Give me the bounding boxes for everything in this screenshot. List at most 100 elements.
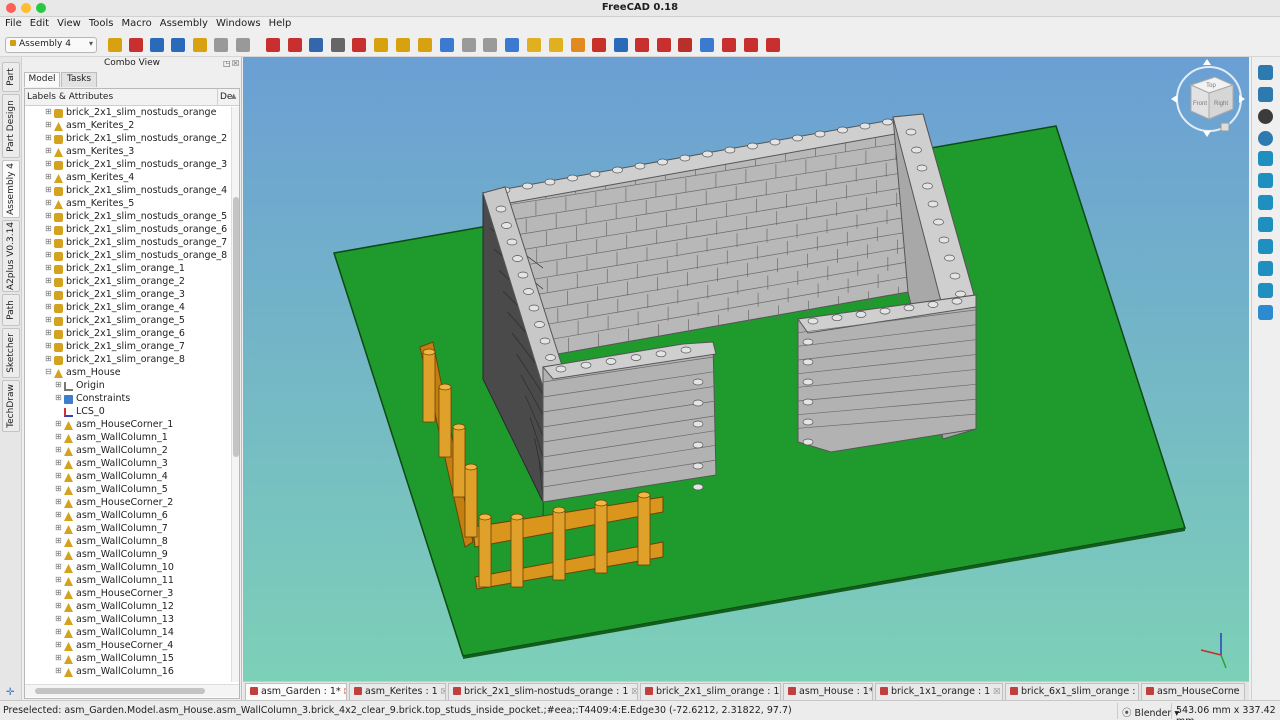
tree-expander-icon[interactable]: ⊞: [45, 107, 52, 116]
tree-expander-icon[interactable]: ⊞: [45, 237, 52, 246]
left-view-icon[interactable]: [1258, 283, 1273, 298]
isometric-view-icon[interactable]: [1258, 151, 1273, 166]
new-lcs-icon[interactable]: [171, 38, 185, 52]
tree-item[interactable]: ⊞ asm_WallColumn_6: [25, 510, 230, 523]
tree-expander-icon[interactable]: ⊞: [55, 627, 62, 636]
document-tab[interactable]: asm_Kerites : 1☒: [349, 683, 446, 700]
brick-icon[interactable]: [744, 38, 758, 52]
tree-item[interactable]: ⊟ asm_House: [25, 367, 230, 380]
document-tab[interactable]: brick_2x1_slim-nostuds_orange : 1 ☒: [448, 683, 638, 700]
tree-item[interactable]: ⊞ brick_2x1_slim_nostuds_orange: [25, 107, 230, 120]
tree-item[interactable]: ⊞ brick_2x1_slim_nostuds_orange_3: [25, 159, 230, 172]
tree-item[interactable]: ⊞ asm_WallColumn_11: [25, 575, 230, 588]
tab-part-design[interactable]: Part Design: [2, 94, 20, 158]
tree-expander-icon[interactable]: ⊞: [45, 250, 52, 259]
scroll-thumb-horizontal[interactable]: [35, 688, 205, 694]
primitive-icon[interactable]: [483, 38, 497, 52]
tree-item[interactable]: ⊞ brick_2x1_slim_orange_4: [25, 302, 230, 315]
tree-item[interactable]: ⊞ asm_WallColumn_7: [25, 523, 230, 536]
tree-item[interactable]: ⊞ asm_WallColumn_14: [25, 627, 230, 640]
new-part-icon[interactable]: [108, 38, 122, 52]
menu-assembly[interactable]: Assembly: [155, 17, 211, 29]
tree-expander-icon[interactable]: ⊞: [55, 393, 62, 402]
zoom-icon[interactable]: [1258, 131, 1273, 146]
fit-selection-icon[interactable]: [1258, 87, 1273, 102]
tree-expander-icon[interactable]: ⊞: [45, 341, 52, 350]
tree-expander-icon[interactable]: ⊞: [45, 198, 52, 207]
tree-expander-icon[interactable]: ⊞: [45, 211, 52, 220]
tree-expander-icon[interactable]: ⊞: [45, 354, 52, 363]
tree-expander-icon[interactable]: ⊞: [45, 289, 52, 298]
move-icon[interactable]: [236, 38, 250, 52]
tree-item[interactable]: ⊞ asm_HouseCorner_3: [25, 588, 230, 601]
menu-macro[interactable]: Macro: [116, 17, 154, 29]
tree-expander-icon[interactable]: ⊞: [45, 302, 52, 311]
3d-viewport[interactable]: Top Front Right: [243, 57, 1249, 681]
tree-item[interactable]: ⊞ brick_2x1_slim_nostuds_orange_4: [25, 185, 230, 198]
datum-line-icon[interactable]: [309, 38, 323, 52]
right-view-icon[interactable]: [1258, 217, 1273, 232]
bottom-view-icon[interactable]: [1258, 261, 1273, 276]
document-tab[interactable]: brick_1x1_orange : 1 ☒: [875, 683, 1003, 700]
tree-item[interactable]: ⊞ asm_WallColumn_1: [25, 432, 230, 445]
brick-icon[interactable]: [766, 38, 780, 52]
brick-icon[interactable]: [657, 38, 671, 52]
tree-item[interactable]: ⊞ asm_HouseCorner_2: [25, 497, 230, 510]
tab-scroll-arrows[interactable]: ‹›: [1233, 685, 1239, 694]
brick-icon[interactable]: [592, 38, 606, 52]
tree-item[interactable]: ⊞ brick_2x1_slim_orange_2: [25, 276, 230, 289]
tree-item[interactable]: ⊞ brick_2x1_slim_orange_6: [25, 328, 230, 341]
place-link-icon[interactable]: [214, 38, 228, 52]
tree-item[interactable]: ⊞ asm_HouseCorner_1: [25, 419, 230, 432]
tree-expander-icon[interactable]: ⊞: [55, 510, 62, 519]
tree-expander-icon[interactable]: ⊞: [55, 549, 62, 558]
brick-icon[interactable]: [700, 38, 714, 52]
primitive-icon[interactable]: [462, 38, 476, 52]
tree-item[interactable]: ⊞ asm_WallColumn_12: [25, 601, 230, 614]
tree-expander-icon[interactable]: ⊞: [55, 523, 62, 532]
tree-expander-icon[interactable]: ⊞: [45, 159, 52, 168]
tree-item[interactable]: ⊞ brick_2x1_slim_nostuds_orange_8: [25, 250, 230, 263]
insert-link-icon[interactable]: [193, 38, 207, 52]
3d-scene[interactable]: Top Front Right: [243, 57, 1249, 681]
tree-item[interactable]: ⊞ asm_WallColumn_13: [25, 614, 230, 627]
scroll-thumb[interactable]: [233, 197, 239, 457]
tree-item[interactable]: ⊞ brick_2x1_slim_nostuds_orange_5: [25, 211, 230, 224]
tree-item[interactable]: ⊞ asm_WallColumn_3: [25, 458, 230, 471]
float-icon[interactable]: ◳: [223, 59, 231, 68]
brick-icon[interactable]: [549, 38, 563, 52]
fit-all-icon[interactable]: [1258, 65, 1273, 80]
tree-item[interactable]: ⊞ brick_2x1_slim_orange_8: [25, 354, 230, 367]
tree-item[interactable]: ⊞ Constraints: [25, 393, 230, 406]
close-tab-icon[interactable]: ☒: [441, 687, 445, 696]
tree-expander-icon[interactable]: ⊞: [45, 276, 52, 285]
tab-tasks[interactable]: Tasks: [61, 72, 97, 87]
tab-model[interactable]: Model: [24, 72, 60, 87]
tree-expander-icon[interactable]: ⊞: [55, 497, 62, 506]
tree-item[interactable]: ⊞ brick_2x1_slim_orange_3: [25, 289, 230, 302]
brick-icon[interactable]: [527, 38, 541, 52]
tree-item[interactable]: ⊞ brick_2x1_slim_orange_7: [25, 341, 230, 354]
tree-item[interactable]: ⊞ asm_HouseCorner_4: [25, 640, 230, 653]
menu-edit[interactable]: Edit: [25, 17, 52, 29]
tree-item[interactable]: ⊞ asm_WallColumn_15: [25, 653, 230, 666]
menu-view[interactable]: View: [52, 17, 84, 29]
measure-icon[interactable]: [1258, 305, 1273, 320]
tree-expander-icon[interactable]: ⊞: [45, 172, 52, 181]
draw-style-icon[interactable]: [1258, 109, 1273, 124]
tree-expander-icon[interactable]: ⊞: [55, 653, 62, 662]
menu-windows[interactable]: Windows: [211, 17, 264, 29]
new-body-icon[interactable]: [150, 38, 164, 52]
import-icon[interactable]: [374, 38, 388, 52]
crosshair-icon[interactable]: ✛: [6, 687, 14, 698]
tab-part[interactable]: Part: [2, 62, 20, 92]
tab-a2plus[interactable]: A2plus V0.3.14: [2, 220, 20, 292]
tree-expander-icon[interactable]: ⊞: [55, 536, 62, 545]
close-tab-icon[interactable]: ☒: [993, 687, 1000, 696]
tree-item[interactable]: ⊞ brick_2x1_slim_nostuds_orange_7: [25, 237, 230, 250]
primitive-icon[interactable]: [440, 38, 454, 52]
tree-item[interactable]: ⊞ asm_WallColumn_10: [25, 562, 230, 575]
top-view-icon[interactable]: [1258, 195, 1273, 210]
brick-icon[interactable]: [722, 38, 736, 52]
brick-icon[interactable]: [678, 38, 692, 52]
